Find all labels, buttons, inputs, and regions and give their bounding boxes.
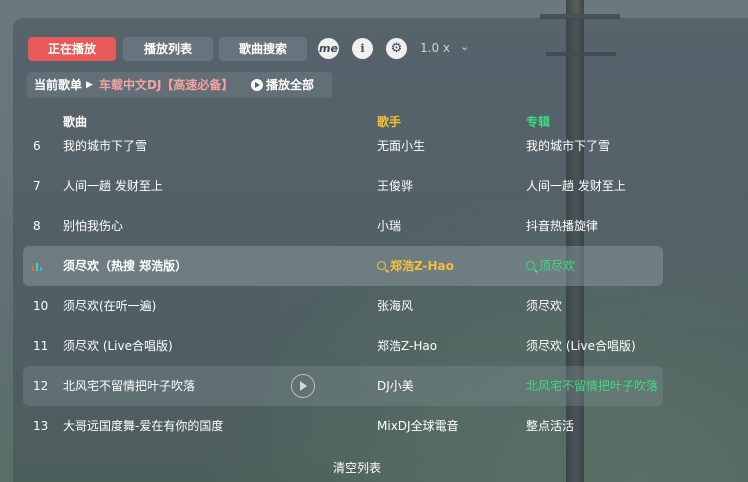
table-row-now-playing[interactable]: 须尽欢（热搜 郑浩版） 郑浩Z-Hao 须尽欢	[23, 246, 663, 286]
current-playlist-bar: 当前歌单 ▶ 车载中文DJ【高速必备】 播放全部	[27, 72, 332, 98]
me-icon[interactable]: me	[318, 38, 339, 59]
row-artist-name[interactable]: 郑浩Z-Hao	[390, 259, 454, 273]
row-artist[interactable]: MixDJ全球電音	[377, 406, 459, 446]
row-song-title[interactable]: 大哥远国度舞-爱在有你的国度	[63, 406, 223, 446]
table-row[interactable]: 13 大哥远国度舞-爱在有你的国度 MixDJ全球電音 整点活活	[23, 406, 663, 446]
row-artist[interactable]: 无面小生	[377, 126, 425, 166]
clear-list-button[interactable]: 清空列表	[333, 459, 381, 476]
play-circle-icon[interactable]	[251, 79, 263, 91]
row-index: 11	[33, 339, 49, 353]
row-album[interactable]: 须尽欢	[526, 246, 575, 286]
row-artist[interactable]: DJ小美	[377, 366, 414, 406]
row-song-title[interactable]: 须尽欢(在听一遍)	[63, 286, 156, 326]
row-song-title[interactable]: 人间一趟 发财至上	[63, 166, 163, 206]
play-icon[interactable]	[291, 374, 315, 398]
play-all-button[interactable]: 播放全部	[266, 72, 314, 98]
tab-now-playing[interactable]: 正在播放	[28, 37, 116, 61]
row-artist[interactable]: 郑浩Z-Hao	[377, 246, 454, 286]
row-artist[interactable]: 王俊骅	[377, 166, 413, 206]
info-icon[interactable]: i	[352, 38, 373, 59]
row-album[interactable]: 须尽欢 (Live合唱版)	[526, 326, 636, 366]
current-playlist-label: 当前歌单	[34, 78, 83, 92]
row-album[interactable]: 整点活活	[526, 406, 574, 446]
search-icon[interactable]	[526, 261, 535, 270]
table-row[interactable]: 10 须尽欢(在听一遍) 张海风 须尽欢	[23, 286, 663, 326]
search-icon[interactable]	[377, 261, 386, 270]
row-index: 7	[33, 179, 41, 193]
tab-song-search[interactable]: 歌曲搜索	[219, 37, 307, 61]
row-album[interactable]: 我的城市下了雪	[526, 126, 610, 166]
table-row-hovered[interactable]: 12 北风宅不留情把叶子吹落 DJ小美 北风宅不留情把叶子吹落	[23, 366, 663, 406]
table-row[interactable]: 8 别怕我伤心 小瑞 抖音热播旋律	[23, 206, 663, 246]
row-index: 10	[33, 299, 49, 313]
playback-rate[interactable]: 1.0 x	[420, 41, 450, 55]
row-index: 13	[33, 419, 49, 433]
row-song-title[interactable]: 须尽欢（热搜 郑浩版）	[63, 246, 187, 286]
row-index: 12	[33, 379, 49, 393]
row-album-name[interactable]: 须尽欢	[539, 259, 575, 273]
row-song-title[interactable]: 须尽欢 (Live合唱版)	[63, 326, 173, 366]
row-artist[interactable]: 郑浩Z-Hao	[377, 326, 437, 366]
tab-playlist[interactable]: 播放列表	[123, 37, 213, 61]
row-song-title[interactable]: 我的城市下了雪	[63, 126, 147, 166]
settings-gear-icon[interactable]: ⚙	[386, 38, 407, 59]
row-album[interactable]: 北风宅不留情把叶子吹落	[526, 366, 658, 406]
chevron-down-icon[interactable]: ⌄	[460, 40, 469, 53]
table-row[interactable]: 11 须尽欢 (Live合唱版) 郑浩Z-Hao 须尽欢 (Live合唱版)	[23, 326, 663, 366]
caret-right-icon: ▶	[86, 80, 93, 90]
row-album[interactable]: 抖音热播旋律	[526, 206, 598, 246]
current-playlist-name[interactable]: 车载中文DJ【高速必备】	[99, 72, 233, 98]
row-artist[interactable]: 张海风	[377, 286, 413, 326]
row-song-title[interactable]: 别怕我伤心	[63, 206, 123, 246]
row-song-title[interactable]: 北风宅不留情把叶子吹落	[63, 366, 195, 406]
row-album[interactable]: 人间一趟 发财至上	[526, 166, 626, 206]
table-row[interactable]: 6 我的城市下了雪 无面小生 我的城市下了雪	[23, 126, 663, 166]
row-index: 8	[33, 219, 41, 233]
equalizer-icon	[32, 263, 46, 271]
row-artist[interactable]: 小瑞	[377, 206, 401, 246]
row-index: 6	[33, 139, 41, 153]
table-row[interactable]: 7 人间一趟 发财至上 王俊骅 人间一趟 发财至上	[23, 166, 663, 206]
row-album[interactable]: 须尽欢	[526, 286, 562, 326]
